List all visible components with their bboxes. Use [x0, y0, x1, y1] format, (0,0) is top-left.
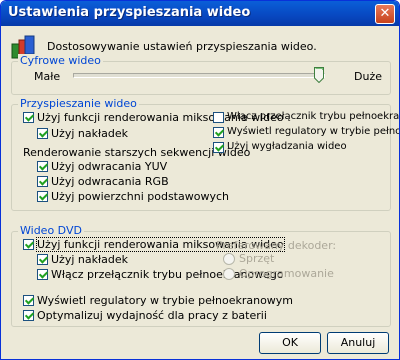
close-icon: ✕: [379, 6, 391, 21]
ok-button[interactable]: OK: [259, 332, 321, 354]
window-title: Ustawienia przyspieszania wideo: [8, 5, 251, 20]
acc-rgb-flip-label[interactable]: Użyj odwracania RGB: [51, 175, 169, 188]
decoder-software-radio[interactable]: [223, 268, 235, 280]
close-button[interactable]: ✕: [375, 4, 395, 24]
acc-yuv-flip-label[interactable]: Użyj odwracania YUV: [51, 160, 167, 173]
dvd-legend: Wideo DVD: [18, 224, 84, 237]
slider-max-label: Duże: [354, 70, 382, 83]
dvd-show-controls-label[interactable]: Wyświetl regulatory w trybie pełnoekrano…: [37, 294, 293, 307]
slider-min-label: Małe: [34, 70, 61, 83]
acc-fullscreen-switch-checkbox[interactable]: [213, 112, 224, 123]
dvd-optimize-battery-label[interactable]: Optymalizuj wydajność dla pracy z bateri…: [37, 309, 267, 322]
dialog-window: Ustawienia przyspieszania wideo ✕ Dostos…: [0, 0, 400, 360]
acc-rgb-flip-checkbox[interactable]: [37, 176, 48, 187]
dvd-fullscreen-switch-checkbox[interactable]: [37, 269, 48, 280]
acc-show-controls-label[interactable]: Wyświetl regulatory w trybie pełnoekrano…: [227, 126, 399, 137]
header-description: Dostosowywanie ustawień przyspieszania w…: [47, 40, 317, 53]
dvd-mixing-render-checkbox[interactable]: [23, 239, 34, 250]
acc-smoothing-label[interactable]: Użyj wygładzania wideo: [227, 141, 347, 152]
dvd-overlays-checkbox[interactable]: [37, 254, 48, 265]
cancel-button[interactable]: Anuluj: [327, 332, 389, 354]
acc-show-controls-checkbox[interactable]: [213, 127, 224, 138]
acc-primary-surfaces-checkbox[interactable]: [37, 191, 48, 202]
dvd-optimize-battery-checkbox[interactable]: [23, 310, 34, 321]
acc-mixing-render-checkbox[interactable]: [23, 112, 34, 123]
digital-video-group: Cyfrowe wideo: [11, 54, 391, 95]
decoder-software-label[interactable]: Oprogramowanie: [239, 267, 334, 280]
acc-fullscreen-switch-label[interactable]: Włącz przełącznik trybu pełnoekranowego: [227, 111, 399, 122]
acc-yuv-flip-checkbox[interactable]: [37, 161, 48, 172]
video-size-slider-thumb[interactable]: [314, 67, 324, 83]
acc-overlays-label[interactable]: Użyj nakładek: [51, 127, 128, 140]
title-bar[interactable]: Ustawienia przyspieszania wideo ✕: [1, 1, 399, 26]
decoder-hardware-radio[interactable]: [223, 253, 235, 265]
preferred-decoder-label: Preferowany dekoder:: [216, 239, 337, 252]
acc-overlays-checkbox[interactable]: [37, 128, 48, 139]
video-size-slider-track[interactable]: [73, 73, 325, 78]
video-acceleration-legend: Przyspieszanie wideo: [18, 97, 139, 110]
acc-smoothing-checkbox[interactable]: [213, 142, 224, 153]
dvd-show-controls-checkbox[interactable]: [23, 295, 34, 306]
acc-primary-surfaces-label[interactable]: Użyj powierzchni podstawowych: [51, 190, 229, 203]
digital-video-legend: Cyfrowe wideo: [18, 54, 103, 67]
decoder-hardware-label[interactable]: Sprzęt: [239, 252, 274, 265]
dvd-overlays-label[interactable]: Użyj nakładek: [51, 253, 128, 266]
